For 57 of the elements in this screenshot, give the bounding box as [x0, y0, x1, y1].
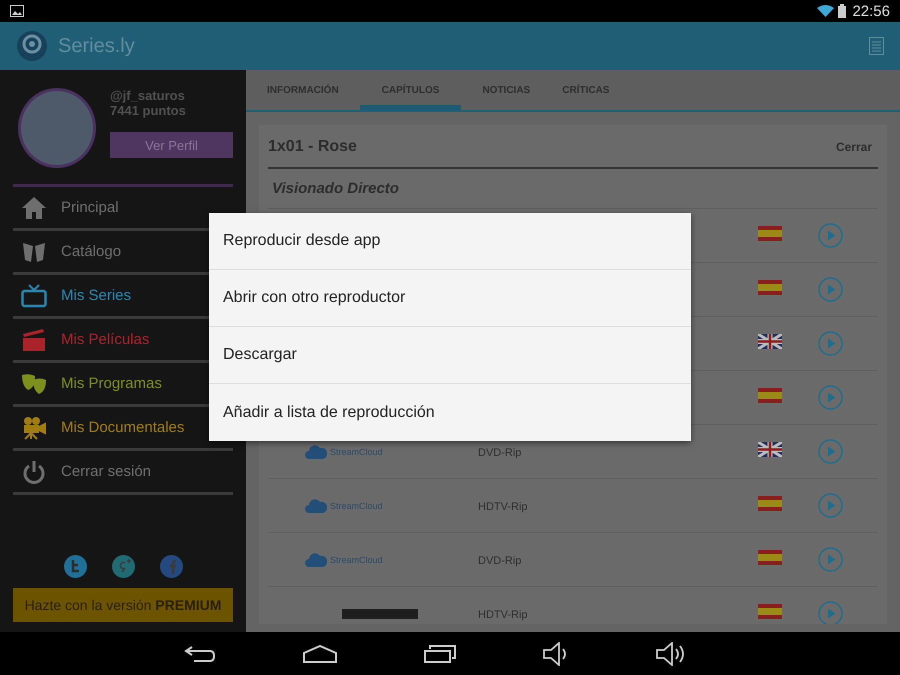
quality-label: HDTV-Rip [477, 608, 528, 620]
app-logo-icon[interactable] [16, 30, 48, 62]
section-heading: Visionado Directo [268, 169, 878, 209]
google-plus-icon[interactable] [112, 555, 134, 578]
cloud-icon [305, 552, 327, 567]
host-name: StreamCloud [330, 446, 383, 456]
play-icon[interactable] [818, 223, 843, 248]
sidebar-item[interactable]: Mis Documentales [21, 416, 184, 440]
facebook-icon[interactable] [160, 555, 182, 578]
battery-icon [838, 4, 846, 18]
menu-icon[interactable] [869, 37, 884, 55]
house-icon [21, 196, 47, 220]
theater-masks-icon [21, 372, 47, 396]
play-icon[interactable] [818, 439, 843, 464]
menu-item[interactable]: Reproducir desde app [209, 213, 691, 270]
sidebar-item[interactable]: Mis Series [21, 284, 132, 308]
points-count: 7441 puntos [110, 103, 187, 118]
play-icon[interactable] [818, 277, 843, 302]
premium-button[interactable]: Hazte con la versión PREMIUM [13, 588, 233, 622]
episode-title: 1x01 - Rose [268, 138, 358, 156]
close-link[interactable]: Cerrar [830, 139, 878, 155]
play-icon[interactable] [818, 493, 843, 518]
menu-item[interactable]: Añadir a lista de reproducción [209, 384, 691, 441]
tv-icon [21, 284, 47, 308]
menu-item[interactable]: Descargar [209, 327, 691, 384]
play-icon[interactable] [818, 385, 843, 410]
clock-time: 22:56 [852, 2, 890, 20]
clapperboard-icon [21, 328, 47, 352]
sidebar-item[interactable]: Mis Programas [21, 372, 162, 396]
play-icon[interactable] [818, 331, 843, 356]
back-icon[interactable] [184, 644, 216, 664]
cloud-icon [305, 498, 327, 513]
cloud-icon [305, 444, 327, 459]
app-title: Series.ly [58, 34, 136, 58]
film-camera-icon [21, 416, 47, 440]
play-icon[interactable] [818, 601, 843, 624]
home-icon[interactable] [303, 644, 337, 662]
sidebar-item[interactable]: Principal [21, 196, 119, 220]
host-name: StreamCloud [330, 500, 383, 510]
quality-label: DVD-Rip [477, 554, 522, 566]
username: @jf_saturos [110, 88, 186, 103]
sidebar-item[interactable]: Cerrar sesión [21, 460, 152, 484]
quality-label: DVD-Rip [477, 446, 522, 458]
sidebar-item[interactable]: Mis Películas [21, 328, 150, 352]
host-name: StreamCloud [330, 554, 383, 564]
volume-up-icon[interactable] [656, 642, 686, 666]
menu-item[interactable]: Abrir con otro reproductor [209, 270, 691, 327]
sidebar-item[interactable]: Catálogo [21, 240, 122, 264]
image-icon [10, 5, 24, 17]
wifi-icon [817, 5, 834, 17]
quality-label: HDTV-Rip [477, 500, 528, 512]
volume-down-icon[interactable] [543, 642, 569, 666]
power-icon [21, 460, 47, 484]
recent-apps-icon[interactable] [424, 644, 456, 662]
twitter-icon[interactable] [64, 555, 86, 578]
play-icon[interactable] [818, 547, 843, 572]
view-profile-button[interactable]: Ver Perfil [110, 132, 233, 158]
